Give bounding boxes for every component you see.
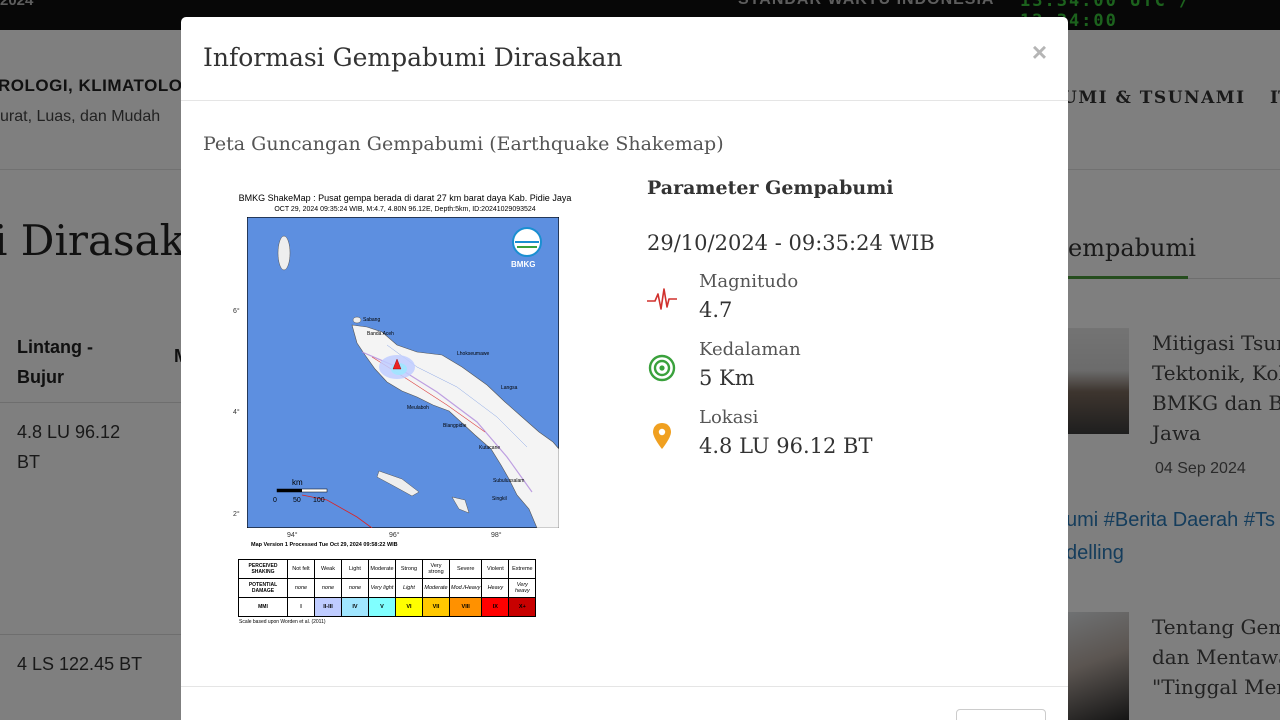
scale-tick: 50 [293,497,301,504]
place-label: Subulussalam [493,478,524,484]
legend-row-shaking: PERCEIVED SHAKING Not felt Weak Light Mo… [238,559,537,579]
lon-tick: 96° [389,532,400,539]
legend-mmi-cell: IX [481,597,510,617]
legend-row-mmi: MMI I II-III IV V VI VII VIII IX X+ [238,597,537,617]
place-label: Kutacane [479,445,500,451]
legend-cell: none [287,578,315,598]
shakemap-subtitle: Peta Guncangan Gempabumi (Earthquake Sha… [203,133,724,155]
shakemap-footnote: Scale based upon Worden et al. (2011) [239,619,326,625]
place-label: Banda Aceh [367,331,394,337]
shakemap-image[interactable]: BMKG ShakeMap : Pusat gempa berada di da… [219,189,589,629]
shakemap-map: km 0 50 100 BMKG Sabang Banda Aceh Lhoks… [247,217,559,528]
magnitude-label: Magnitudo [699,271,799,292]
place-label: Meulaboh [407,405,429,411]
legend-mmi-cell: I [287,597,315,617]
scale-label: km [292,478,303,487]
legend-cell: Very strong [422,559,450,579]
depth-value: 5 Km [699,366,755,390]
event-datetime: 29/10/2024 - 09:35:24 WIB [647,231,935,255]
place-label: Blangpidie [443,423,467,429]
place-label: Langsa [501,385,518,391]
shakemap-version: Map Version 1 Processed Tue Oct 29, 2024… [251,542,398,548]
legend-row-label: POTENTIAL DAMAGE [238,578,288,598]
legend-cell: Very heavy [508,578,537,598]
legend-cell: none [314,578,342,598]
bmkg-logo-text: BMKG [511,260,535,269]
lat-tick: 4° [233,409,240,416]
legend-mmi-cell: VII [422,597,450,617]
location-row: Lokasi 4.8 LU 96.12 BT [647,407,1047,467]
legend-mmi-cell: VI [395,597,423,617]
earthquake-info-modal: Informasi Gempabumi Dirasakan × Peta Gun… [181,17,1068,720]
magnitude-row: Magnitudo 4.7 [647,271,1047,331]
legend-mmi-cell: V [368,597,396,617]
shakemap-subtitle-line: OCT 29, 2024 09:35:24 WIB, M:4.7, 4.80N … [274,206,536,213]
legend-cell: Violent [481,559,510,579]
magnitude-value: 4.7 [699,298,733,322]
legend-cell: Strong [395,559,423,579]
legend-cell: none [341,578,369,598]
seismograph-icon [647,288,677,310]
legend-cell: Heavy [481,578,510,598]
scale-tick: 100 [313,497,325,504]
parameters-title: Parameter Gempabumi [647,177,894,199]
lon-tick: 98° [491,532,502,539]
legend-cell: Light [395,578,423,598]
lat-tick: 2° [233,511,240,518]
location-pin-icon [653,423,671,449]
scale-tick: 0 [273,497,277,504]
modal-footer-button[interactable] [956,709,1046,720]
close-button[interactable]: × [1032,37,1047,68]
place-label: Lhokseumawe [457,351,489,357]
legend-mmi-cell: VIII [448,597,483,617]
modal-footer-divider [181,686,1068,687]
depth-target-icon [648,354,676,382]
lat-tick: 6° [233,308,240,315]
legend-cell: Severe [448,559,483,579]
modal-title: Informasi Gempabumi Dirasakan [203,43,623,72]
intensity-legend: PERCEIVED SHAKING Not felt Weak Light Mo… [238,559,537,617]
legend-cell: Light [341,559,369,579]
place-label: Singkil [492,496,507,502]
legend-cell: Weak [314,559,342,579]
legend-cell: Mod./Heavy [448,578,483,598]
legend-cell: Very light [368,578,396,598]
location-label: Lokasi [699,407,759,428]
legend-mmi-cell: IV [341,597,369,617]
shakemap-title: BMKG ShakeMap : Pusat gempa berada di da… [238,193,572,203]
lon-tick: 94° [287,532,298,539]
depth-row: Kedalaman 5 Km [647,339,1047,399]
legend-row-label: PERCEIVED SHAKING [238,559,288,579]
depth-label: Kedalaman [699,339,801,360]
legend-cell: Not felt [287,559,315,579]
legend-row-label: MMI [238,597,288,617]
location-value: 4.8 LU 96.12 BT [699,434,873,458]
legend-mmi-cell: X+ [508,597,537,617]
legend-cell: Extreme [508,559,537,579]
modal-header: Informasi Gempabumi Dirasakan × [181,17,1068,101]
legend-cell: Moderate [422,578,450,598]
place-label: Sabang [363,317,380,323]
legend-row-damage: POTENTIAL DAMAGE none none none Very lig… [238,578,537,598]
legend-cell: Moderate [368,559,396,579]
legend-mmi-cell: II-III [314,597,342,617]
